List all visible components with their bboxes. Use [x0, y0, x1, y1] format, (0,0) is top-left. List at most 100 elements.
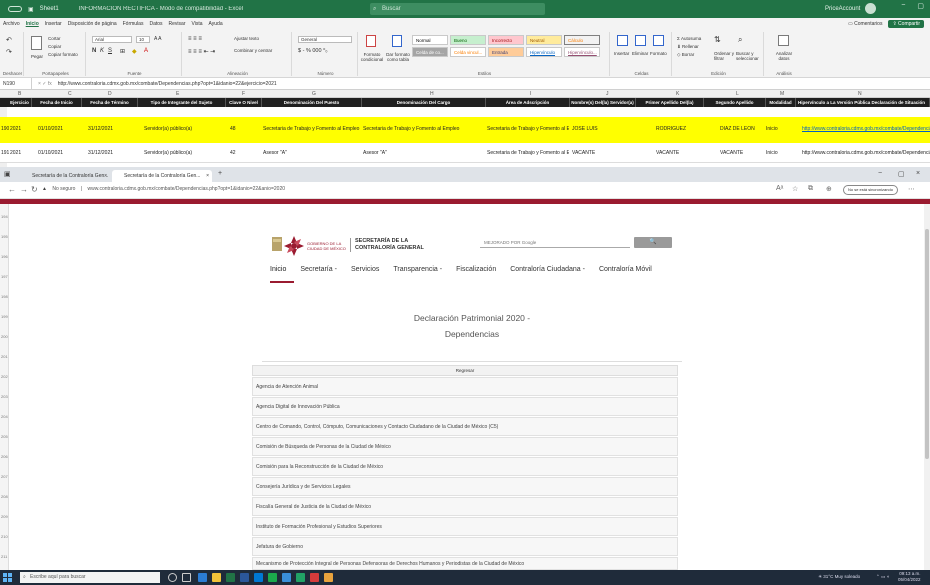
- maximize-icon[interactable]: ▢: [917, 2, 924, 10]
- nav-inicio[interactable]: Inicio: [270, 266, 286, 273]
- sort-icon[interactable]: ⇅: [714, 35, 721, 44]
- hdr-fecha-termino[interactable]: Fecha de Término: [82, 98, 138, 107]
- format-painter-button[interactable]: Copiar formato: [48, 52, 78, 57]
- list-item[interactable]: Centro de Comando, Control, Cómputo, Com…: [252, 417, 678, 436]
- excel-taskbar-icon[interactable]: [226, 573, 235, 582]
- currency-icon[interactable]: $ - % 000 ⁰₀: [298, 48, 328, 54]
- cell-fecha-termino[interactable]: 31/12/2021: [88, 150, 113, 156]
- col-b[interactable]: B: [18, 91, 21, 97]
- cell-modalidad[interactable]: Inicio: [766, 150, 778, 156]
- style-entrada[interactable]: Entrada: [488, 47, 524, 57]
- list-item[interactable]: Agencia Digital de Innovación Pública: [252, 397, 678, 416]
- col-n[interactable]: N: [858, 91, 862, 97]
- comments-button[interactable]: ▭ Comentarios: [848, 21, 882, 27]
- align-top-icon[interactable]: ≡ ≡ ≡: [188, 36, 202, 42]
- fill-button[interactable]: ⬇ Rellenar: [677, 44, 699, 50]
- app-taskbar-icon[interactable]: [268, 573, 277, 582]
- cell-denominacion-puesto[interactable]: Asesor "A": [263, 150, 287, 156]
- fx-icon[interactable]: × ✓ fx: [32, 81, 58, 87]
- insert-cells-icon[interactable]: [617, 35, 628, 46]
- nav-contraloria-ciudadana[interactable]: Contraloría Ciudadana -: [510, 266, 585, 273]
- col-i[interactable]: I: [530, 91, 531, 97]
- hdr-tipo-integrante[interactable]: Tipo de Integrante del Sujeto: [138, 98, 226, 107]
- autosum-button[interactable]: Σ Autosuma: [677, 36, 701, 41]
- hdr-ejercicio[interactable]: Ejercicio: [8, 98, 32, 107]
- cell-fecha-inicio[interactable]: 01/10/2021: [38, 126, 63, 132]
- list-item[interactable]: Consejería Jurídica y de Servicios Legal…: [252, 477, 678, 496]
- reload-icon[interactable]: ↻: [31, 185, 38, 194]
- close-icon[interactable]: ×: [104, 170, 107, 182]
- government-logo[interactable]: [272, 235, 306, 262]
- nav-transparencia[interactable]: Transparencia -: [393, 266, 442, 273]
- clock[interactable]: 09:13 a.m. 05/04/2022: [898, 571, 921, 583]
- fill-color-icon[interactable]: ◆: [132, 48, 137, 55]
- delete-cells-button[interactable]: Eliminar: [632, 51, 648, 56]
- nav-fiscalizacion[interactable]: Fiscalización: [456, 266, 496, 273]
- save-icon[interactable]: ▣: [28, 6, 34, 13]
- list-item[interactable]: Comisión para la Reconstrucción de la Ci…: [252, 457, 678, 476]
- tab-insertar[interactable]: Insertar: [45, 21, 62, 27]
- avatar[interactable]: [865, 3, 877, 14]
- cell-segundo-apellido[interactable]: VACANTE: [720, 150, 743, 156]
- tab-ayuda[interactable]: Ayuda: [209, 21, 223, 27]
- minimize-icon[interactable]: −: [901, 2, 905, 10]
- cell-fecha-inicio[interactable]: 01/10/2021: [38, 150, 63, 156]
- collections-icon[interactable]: ⧉: [808, 185, 813, 193]
- col-j[interactable]: J: [606, 91, 609, 97]
- font-grow-icon[interactable]: A A: [154, 36, 162, 42]
- borders-icon[interactable]: ⊞: [120, 48, 125, 55]
- hdr-nombre[interactable]: Nombre(s) Del(la) Servidor(a): [570, 98, 636, 107]
- style-bueno[interactable]: Bueno: [450, 35, 486, 45]
- hdr-area-adscripcion[interactable]: Área de Adscripción: [486, 98, 570, 107]
- task-view-icon[interactable]: [182, 573, 191, 582]
- weather-widget[interactable]: ☀ 31°C Muy soleado: [818, 574, 860, 580]
- cell-denominacion-cargo[interactable]: Asesor "A": [363, 150, 387, 156]
- tab-revisar[interactable]: Revisar: [169, 21, 186, 27]
- cell-area-adscripcion[interactable]: Secretaria de Trabajo y Fomento al Emple…: [487, 126, 569, 132]
- name-box[interactable]: N190: [0, 78, 32, 89]
- share-button[interactable]: ⇪ Compartir: [888, 20, 924, 28]
- pdf-taskbar-icon[interactable]: [310, 573, 319, 582]
- word-taskbar-icon[interactable]: [240, 573, 249, 582]
- analyze-data-button[interactable]: Analizar datos: [770, 51, 798, 61]
- format-cells-icon[interactable]: [653, 35, 664, 46]
- style-normal[interactable]: Normal: [412, 35, 448, 45]
- cell-nombre[interactable]: JOSÉ LUIS: [572, 126, 598, 132]
- redo-icon[interactable]: ↷: [6, 48, 12, 56]
- hdr-segundo-apellido[interactable]: Segundo Apellido: [704, 98, 766, 107]
- font-color-icon[interactable]: A: [144, 48, 148, 54]
- page-scrollbar[interactable]: [924, 204, 930, 570]
- col-e[interactable]: E: [176, 91, 179, 97]
- tab-datos[interactable]: Datos: [149, 21, 162, 27]
- regresar-button[interactable]: Regresar: [252, 365, 678, 376]
- browser-tab-1[interactable]: Secretaría de la Contraloría Gen... ×: [20, 170, 110, 182]
- cell-area-adscripcion[interactable]: Secretaria de Trabajo y Fomento al Emple…: [487, 150, 569, 156]
- col-d[interactable]: D: [108, 91, 112, 97]
- hdr-primer-apellido[interactable]: Primer Apellido Del(la): [636, 98, 704, 107]
- store-taskbar-icon[interactable]: [324, 573, 333, 582]
- cell-fecha-termino[interactable]: 31/12/2021: [88, 126, 113, 132]
- list-item[interactable]: Mecanismo de Protección Integral de Pers…: [252, 557, 678, 570]
- cut-button[interactable]: Cortar: [48, 36, 61, 41]
- col-m[interactable]: M: [780, 91, 784, 97]
- cell-hipervinculo[interactable]: http://www.contraloria.cdmx.gob.mx/comba…: [802, 126, 930, 132]
- edge-icon[interactable]: [198, 573, 207, 582]
- more-icon[interactable]: ⋯: [908, 185, 915, 193]
- tab-formulas[interactable]: Fórmulas: [123, 21, 144, 27]
- cell-denominacion-cargo[interactable]: Secretaria de Trabajo y Fomento al Emple…: [363, 126, 483, 132]
- find-icon[interactable]: ⌕: [738, 35, 742, 45]
- cell-tipo-integrante[interactable]: Servidor(a) público(a): [144, 126, 192, 132]
- nav-secretaria[interactable]: Secretaría -: [300, 266, 337, 273]
- clear-button[interactable]: ◇ Borrar: [677, 52, 694, 58]
- file-explorer-icon[interactable]: [212, 573, 221, 582]
- style-incorrecto[interactable]: Incorrecto: [488, 35, 524, 45]
- style-neutral[interactable]: Neutral: [526, 35, 562, 45]
- analyze-data-icon[interactable]: [778, 35, 789, 46]
- wrap-text-button[interactable]: Ajustar texto: [234, 36, 259, 41]
- hdr-hipervinculo[interactable]: Hipervínculo a La Versión Pública Declar…: [796, 98, 930, 107]
- col-l[interactable]: L: [736, 91, 739, 97]
- style-hipervinculo-visitado[interactable]: Hipervínculo...: [564, 47, 600, 57]
- col-k[interactable]: K: [676, 91, 679, 97]
- excel-account[interactable]: PriceAccount: [825, 3, 877, 14]
- cell-hipervinculo[interactable]: http://www.contraloria.cdmx.gob.mx/comba…: [802, 150, 930, 156]
